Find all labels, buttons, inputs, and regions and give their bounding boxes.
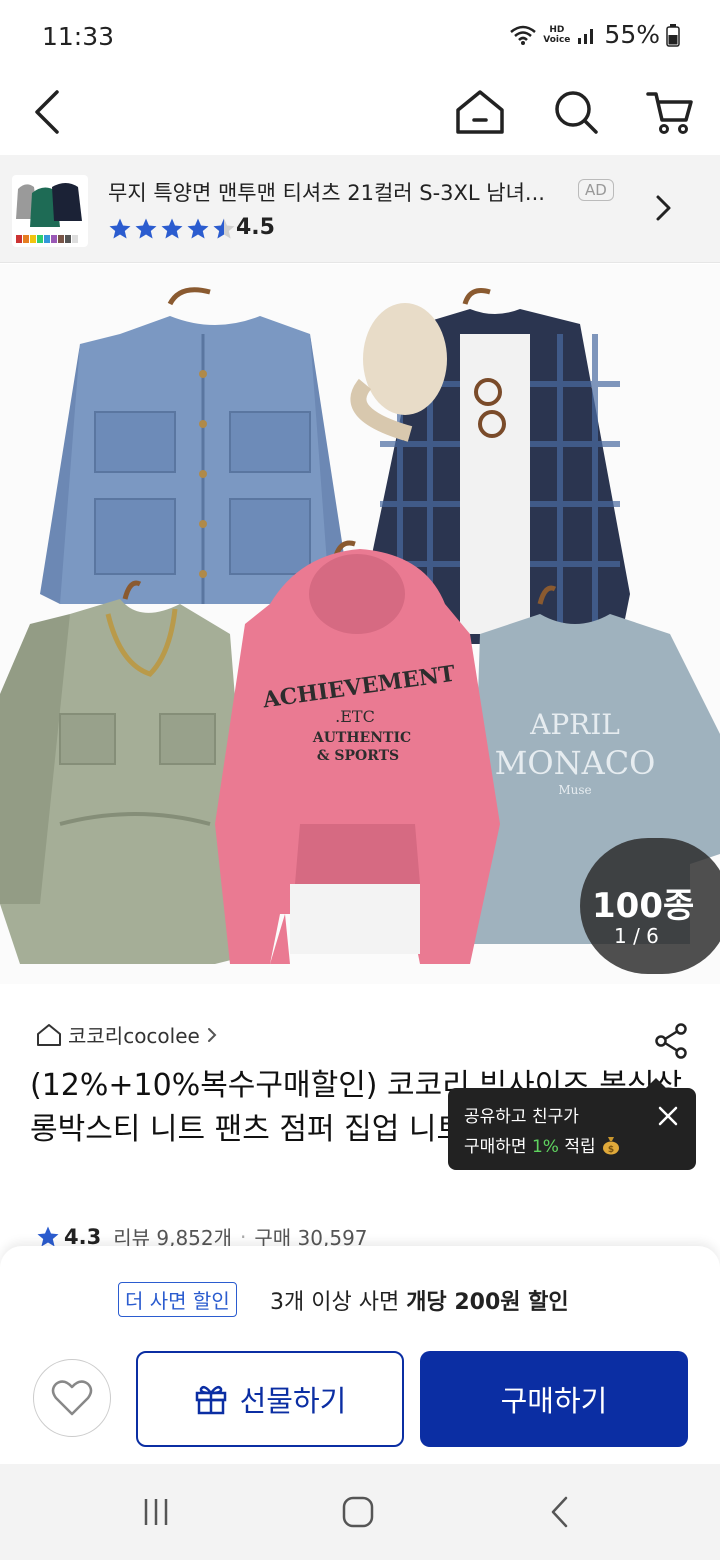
search-button[interactable]: [546, 82, 606, 142]
home-button[interactable]: [450, 82, 510, 142]
top-nav: [0, 76, 720, 156]
half-star-icon: [213, 218, 235, 239]
gift-icon: [195, 1385, 226, 1415]
signal-icon: [578, 28, 594, 44]
gift-button[interactable]: 선물하기: [136, 1351, 404, 1447]
store-home-icon: [37, 1023, 61, 1046]
cart-button[interactable]: [640, 82, 700, 142]
promo-tag: 더 사면 할인: [118, 1282, 237, 1317]
wishlist-button[interactable]: [33, 1359, 111, 1437]
share-button[interactable]: [650, 1020, 692, 1062]
system-nav-bar: [0, 1464, 720, 1560]
gift-button-label: 선물하기: [239, 1384, 347, 1418]
ad-badge: AD: [578, 179, 614, 201]
sweatshirt-print-muse: Muse: [558, 783, 591, 797]
back-nav-button[interactable]: [536, 1488, 584, 1536]
star-icon: [37, 1226, 59, 1246]
buy-button[interactable]: 구매하기: [420, 1351, 688, 1447]
tooltip-line-1: 공유하고 친구가: [464, 1107, 579, 1127]
voice-label: Voice: [543, 34, 571, 45]
search-icon: [555, 91, 598, 134]
star-icon: [187, 218, 209, 239]
store-link[interactable]: 코코리cocolee: [36, 1020, 218, 1049]
hd-voice-icon: HD Voice: [543, 25, 570, 45]
hd-label: HD: [549, 24, 565, 35]
purchase-bar: 더 사면 할인 3개 이상 사면 개당 200원 할인 선물하기 구매하기: [0, 1246, 720, 1464]
recent-apps-button[interactable]: [132, 1488, 180, 1536]
star-icon: [135, 218, 157, 239]
sweatshirt-print-april: APRIL: [529, 708, 620, 741]
back-nav-icon: [551, 1496, 568, 1528]
star-icon: [109, 218, 131, 239]
wifi-icon: [510, 25, 537, 45]
hoodie-print-sports: & SPORTS: [317, 748, 399, 764]
promo-text-prefix: 3개 이상 사면: [270, 1290, 407, 1315]
back-icon: [35, 90, 59, 134]
promo-discount: 개당 200원 할인: [406, 1290, 569, 1315]
variety-count: 100종: [592, 886, 695, 926]
chevron-right-icon: [652, 193, 674, 227]
heart-icon: [51, 1380, 93, 1416]
chevron-right-icon: [207, 1027, 217, 1042]
tooltip-reward-percent: 1%: [531, 1137, 559, 1157]
tooltip-close-button[interactable]: [654, 1102, 682, 1130]
ad-rating-value: 4.5: [236, 215, 275, 240]
home-nav-button[interactable]: [334, 1488, 382, 1536]
back-button[interactable]: [18, 82, 78, 142]
home-icon: [456, 90, 504, 134]
ad-thumbnail: [12, 175, 88, 247]
separator-dot: ·: [240, 1224, 247, 1249]
buy-button-label: 구매하기: [500, 1384, 608, 1418]
tooltip-line-2: 구매하면 1% 적립 $: [464, 1132, 621, 1157]
star-icon: [161, 218, 183, 239]
ad-star-rating: [108, 217, 236, 241]
promo-text: 3개 이상 사면 개당 200원 할인: [270, 1284, 569, 1316]
share-reward-tooltip: 공유하고 친구가 구매하면 1% 적립 $: [448, 1078, 696, 1170]
product-rating: 4.3: [64, 1224, 102, 1249]
store-name: 코코리cocolee: [68, 1024, 200, 1048]
svg-text:$: $: [608, 1145, 614, 1155]
hoodie-print-authentic: AUTHENTIC: [312, 730, 411, 746]
ad-banner[interactable]: 무지 특양면 맨투맨 티셔츠 21컬러 S-3XL 남녀... AD 4.5: [0, 155, 720, 263]
hoodie-print-etc: .ETC: [335, 707, 375, 726]
status-bar: 11:33 HD Voice 55%: [0, 0, 720, 76]
battery-icon: [666, 23, 680, 47]
recent-apps-icon: [144, 1499, 168, 1525]
share-icon: [655, 1023, 687, 1059]
money-bag-icon: $: [603, 1137, 620, 1155]
image-counter: 1 / 6: [614, 924, 659, 948]
ad-title: 무지 특양면 맨투맨 티셔츠 21컬러 S-3XL 남녀...: [108, 181, 545, 205]
status-icons: HD Voice 55%: [509, 20, 680, 49]
image-count-badge: 100종 1 / 6: [580, 838, 720, 974]
tooltip-line-2-suffix: 적립: [558, 1137, 596, 1157]
sweatshirt-print-monaco: MONACO: [495, 744, 656, 782]
home-nav-icon: [342, 1496, 374, 1528]
tooltip-line-2-prefix: 구매하면: [464, 1137, 532, 1157]
status-time: 11:33: [42, 22, 115, 51]
battery-percent: 55%: [604, 20, 660, 49]
close-icon: [658, 1106, 678, 1126]
cart-icon: [646, 92, 693, 134]
